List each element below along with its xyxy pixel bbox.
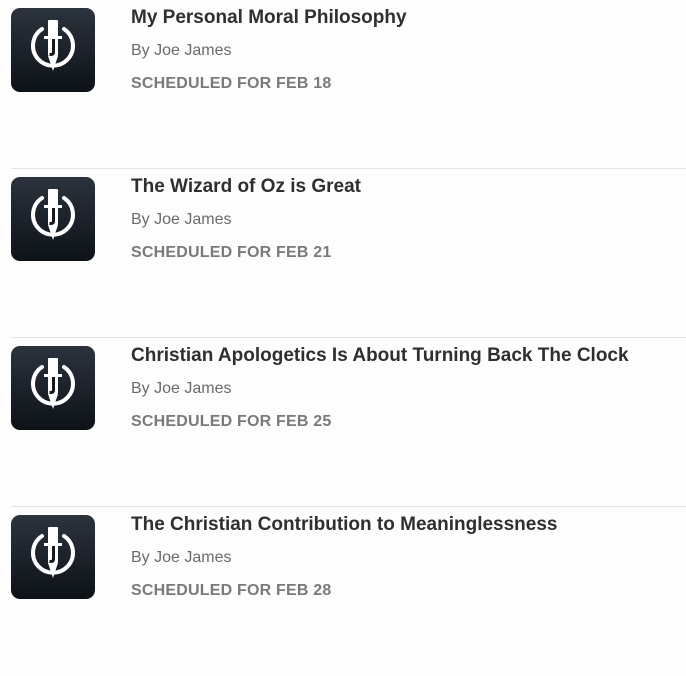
- post-schedule-status: SCHEDULED FOR FEB 21: [131, 244, 332, 261]
- post-author: By Joe James: [131, 42, 232, 59]
- post-author: By Joe James: [131, 549, 232, 566]
- post-schedule-status: SCHEDULED FOR FEB 25: [131, 413, 332, 430]
- post-item[interactable]: The Wizard of Oz is Great By Joe James S…: [0, 169, 686, 338]
- post-thumbnail[interactable]: [11, 8, 95, 92]
- sword-j-logo-icon: [31, 527, 75, 578]
- post-item[interactable]: My Personal Moral Philosophy By Joe Jame…: [0, 0, 686, 169]
- post-title[interactable]: Christian Apologetics Is About Turning B…: [131, 343, 629, 369]
- post-thumbnail[interactable]: [11, 346, 95, 430]
- post-schedule-status: SCHEDULED FOR FEB 28: [131, 582, 332, 599]
- post-author: By Joe James: [131, 211, 232, 228]
- post-thumbnail[interactable]: [11, 515, 95, 599]
- post-author: By Joe James: [131, 380, 232, 397]
- post-schedule-status: SCHEDULED FOR FEB 18: [131, 75, 332, 92]
- sword-j-logo-icon: [31, 189, 75, 240]
- post-item[interactable]: Christian Apologetics Is About Turning B…: [0, 338, 686, 507]
- post-title[interactable]: The Wizard of Oz is Great: [131, 174, 361, 200]
- post-title[interactable]: The Christian Contribution to Meaningles…: [131, 512, 557, 538]
- post-item[interactable]: The Christian Contribution to Meaningles…: [0, 507, 686, 676]
- post-thumbnail[interactable]: [11, 177, 95, 261]
- sword-j-logo-icon: [31, 358, 75, 409]
- sword-j-logo-icon: [31, 20, 75, 71]
- post-title[interactable]: My Personal Moral Philosophy: [131, 5, 407, 31]
